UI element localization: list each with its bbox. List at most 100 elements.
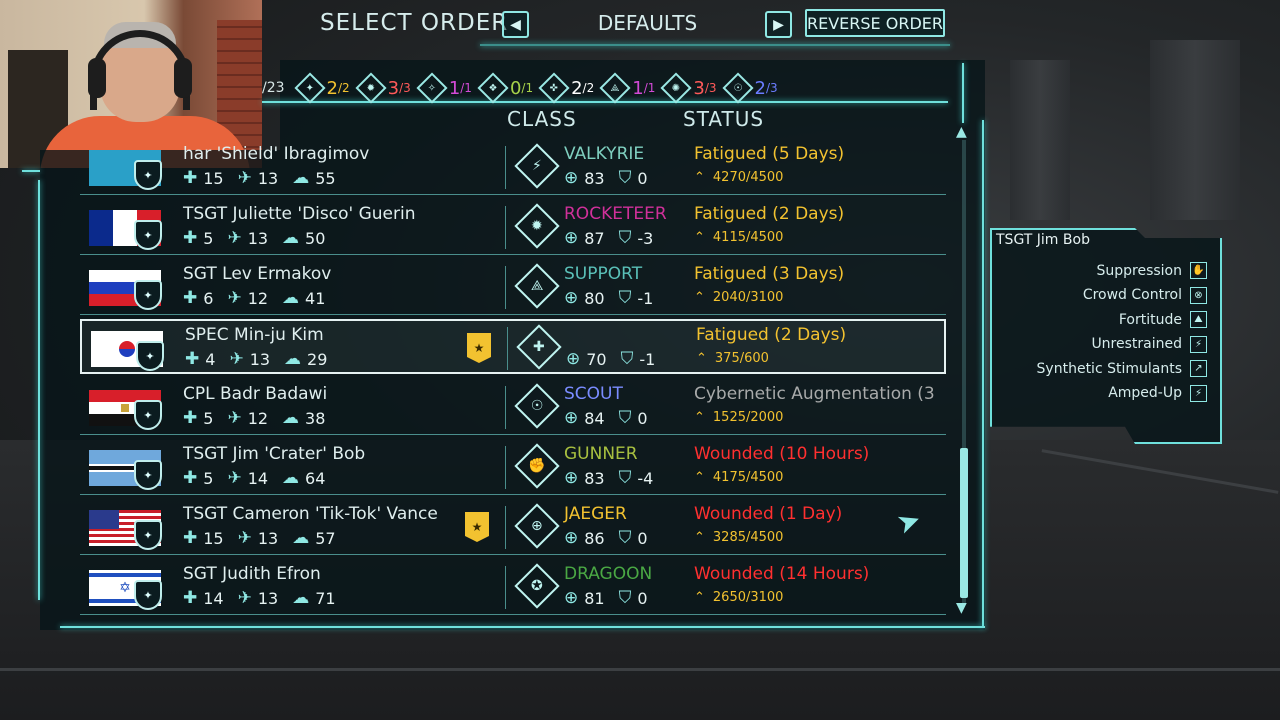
class-count-number: 2: [754, 77, 766, 99]
class-count-max: /2: [582, 81, 595, 95]
defense-icon: ⛉: [618, 288, 632, 308]
experience-value: 1525/2000: [712, 410, 784, 425]
class-count-item: ⟁ 1/1: [599, 72, 655, 104]
stat-will: 29: [307, 349, 328, 369]
sort-mode-label: DEFAULTS: [597, 11, 698, 35]
experience-value: 3285/4500: [712, 530, 784, 545]
stat-def: -1: [637, 288, 654, 308]
column-header-status: STATUS: [683, 107, 765, 131]
class-count-item: ✜ 2/2: [538, 72, 595, 104]
experience-value: 375/600: [714, 351, 769, 366]
column-divider: [505, 506, 506, 549]
promotion-icon[interactable]: ★: [465, 512, 489, 542]
stat-hp: 15: [203, 528, 224, 548]
class-count-item: ✦ 2/2: [293, 72, 350, 104]
class-count-number: 2: [326, 77, 338, 99]
scroll-down-icon[interactable]: ▼: [956, 600, 967, 616]
experience: ⌃ 2040/3100: [694, 290, 783, 305]
health-icon: ✚: [183, 528, 198, 548]
page-title: SELECT ORDER: [320, 10, 509, 36]
column-divider: [505, 206, 506, 249]
stat-aim: 70: [586, 349, 607, 369]
stat-aim: 81: [584, 588, 605, 608]
mobility-icon: ✈: [229, 349, 244, 369]
experience-value: 2040/3100: [712, 290, 784, 305]
defense-icon: ⛉: [618, 408, 632, 428]
soldier-stats: ✚ 4 ✈ 13 ☁ 29: [185, 349, 341, 369]
class-count-max: /1: [460, 81, 472, 95]
stat-hp: 6: [203, 288, 214, 308]
soldier-stats: ✚ 14 ✈ 13 ☁ 71: [183, 588, 350, 608]
defense-icon: ⛉: [618, 228, 632, 248]
class-count-number: 2: [571, 77, 583, 99]
soldier-row[interactable]: ✦ TSGT Jim 'Crater' Bob ✚ 5 ✈ 14 ☁ 64 ✊ GUNNER ⊕ 83…: [80, 440, 946, 495]
scrollbar-thumb[interactable]: [960, 448, 968, 598]
status-text: Wounded (14 Hours): [694, 564, 870, 584]
column-divider: [505, 386, 506, 429]
soldier-row[interactable]: ✦ har 'Shield' Ibragimov ✚ 15 ✈ 13 ☁ 55 ⚡ VALKYRI…: [80, 140, 946, 195]
dragoon-icon: ✺: [660, 72, 692, 104]
stat-hp: 5: [203, 468, 214, 488]
promotion-icon[interactable]: ★: [467, 333, 491, 363]
class-stats: ⊕ 81 ⛉ 0: [564, 588, 662, 608]
will-icon: ☁: [292, 168, 310, 188]
column-header-class: CLASS: [507, 107, 577, 131]
stat-will: 55: [315, 168, 336, 188]
health-icon: ✚: [183, 228, 198, 248]
will-icon: ☁: [282, 408, 300, 428]
stat-def: 0: [637, 588, 648, 608]
status-text: Wounded (10 Hours): [694, 444, 870, 464]
class-count-number: 1: [632, 77, 644, 99]
rank-badge-icon: ✦: [134, 400, 162, 430]
arrow-right-icon: ▶: [773, 16, 784, 33]
panel-edge: [38, 180, 40, 600]
class-count-bar: /23 ✦ 2/2 ✹ 3/3 ✧ 1/1 ❖ 0/1 ✜ 2/2 ⟁ 1/1 ✺ 3/3 ☉ 2/3: [262, 72, 788, 104]
soldier-row[interactable]: ✦ SPEC Min-ju Kim ✚ 4 ✈ 13 ☁ 29 ★ ✚ ⊕ 70 ⛉ -1 Fatigued…: [80, 319, 946, 374]
next-order-button[interactable]: ▶: [765, 11, 792, 38]
status-text: Cybernetic Augmentation (3: [694, 384, 934, 404]
mobility-icon: ✈: [237, 168, 252, 188]
reverse-order-button[interactable]: REVERSE ORDER: [805, 9, 945, 37]
soldier-row[interactable]: ✡ ✦ SGT Judith Efron ✚ 14 ✈ 13 ☁ 71 ✪ DRAGOON ⊕ 81 ⛉ 0…: [80, 560, 946, 615]
experience-value: 2650/3100: [712, 590, 784, 605]
column-divider: [505, 566, 506, 609]
support-icon: ✧: [416, 72, 448, 104]
rank-chevron-icon: ⌃: [694, 470, 705, 485]
class-stats: ⊕ 83 ⛉ -4: [564, 468, 667, 488]
mobility-icon: ✈: [227, 228, 242, 248]
rank-chevron-icon: ⌃: [694, 170, 705, 185]
status-text: Fatigued (2 Days): [696, 325, 847, 345]
soldier-row[interactable]: ✦ CPL Badr Badawi ✚ 5 ✈ 12 ☁ 38 ☉ SCOUT ⊕ 84 ⛉ 0 Cyber…: [80, 380, 946, 435]
soldier-stats: ✚ 5 ✈ 14 ☁ 64: [183, 468, 339, 488]
aim-icon: ⊕: [564, 228, 579, 248]
class-stats: ⊕ 83 ⛉ 0: [564, 168, 662, 188]
scroll-up-icon[interactable]: ▲: [956, 124, 967, 140]
stat-aim: 86: [584, 528, 605, 548]
soldier-row[interactable]: ✦ TSGT Cameron 'Tik-Tok' Vance ✚ 15 ✈ 13 ☁ 57 ★ ⊕…: [80, 500, 946, 555]
experience: ⌃ 375/600: [696, 351, 769, 366]
stat-def: -4: [637, 468, 654, 488]
rank-badge-icon: ✦: [134, 580, 162, 610]
class-count-number: 3: [387, 77, 400, 99]
soldier-row[interactable]: ✦ SGT Lev Ermakov ✚ 6 ✈ 12 ☁ 41 ⟁ SUPPORT ⊕ 80 ⛉ -1 Fa…: [80, 260, 946, 315]
prev-order-button[interactable]: ◀: [502, 11, 529, 38]
soldier-stats: ✚ 6 ✈ 12 ☁ 41: [183, 288, 339, 308]
stat-will: 41: [305, 288, 326, 308]
health-icon: ✚: [183, 468, 198, 488]
stat-def: 0: [637, 408, 648, 428]
stat-mob: 13: [257, 588, 279, 608]
class-name: JAEGER: [564, 504, 627, 524]
ability-name: Amped-Up: [1108, 385, 1182, 401]
soldier-row[interactable]: ✦ TSGT Juliette 'Disco' Guerin ✚ 5 ✈ 13 ☁ 50 ✹ RO…: [80, 200, 946, 255]
ability-item: Amped-Up ⚡: [1108, 384, 1207, 402]
defense-icon: ⛉: [618, 468, 632, 488]
status-text: Fatigued (5 Days): [694, 144, 845, 164]
column-divider: [507, 327, 508, 370]
ability-name: Crowd Control: [1082, 287, 1182, 303]
class-name: SUPPORT: [564, 264, 643, 284]
jaeger-icon: ⟁: [599, 72, 631, 104]
class-stats: ⊕ 84 ⛉ 0: [564, 408, 662, 428]
class-count-number: 1: [448, 77, 461, 99]
class-count-number: 3: [693, 77, 705, 99]
class-stats: ⊕ 70 ⛉ -1: [566, 349, 669, 369]
